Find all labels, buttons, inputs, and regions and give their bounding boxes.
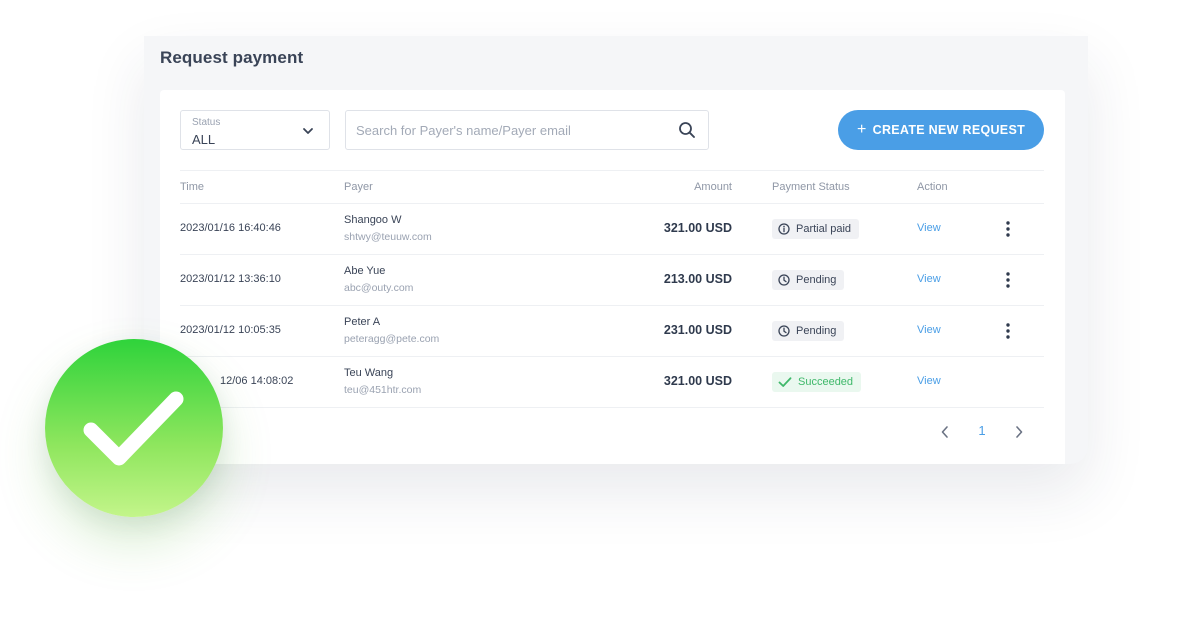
row-payer-email: peteragg@pete.com (344, 333, 440, 345)
row-amount: 321.00 USD (663, 374, 732, 388)
check-icon (778, 377, 792, 387)
row-payer-name: Shangoo W (344, 214, 402, 226)
stage: Request payment Status ALL + CREATE NEW … (0, 0, 1182, 628)
plus-icon: + (856, 121, 867, 138)
table-header: Time Payer Amount Payment Status Action (180, 170, 1044, 204)
search-box (345, 110, 709, 150)
row-payer-email: abc@outy.com (344, 282, 414, 294)
status-badge: Pending (772, 321, 845, 341)
header-payment-status: Payment Status (772, 181, 850, 193)
header-time: Time (180, 181, 205, 193)
create-new-request-button[interactable]: + CREATE NEW REQUEST (838, 110, 1044, 150)
status-badge-label: Succeeded (798, 376, 854, 388)
info-icon (778, 223, 790, 235)
row-time: 2023/01/12 10:05:35 (180, 324, 281, 336)
status-badge: Succeeded (772, 372, 862, 392)
row-payer-email: teu@451htr.com (344, 384, 422, 396)
status-badge-label: Pending (796, 325, 837, 337)
chevron-left-icon[interactable] (938, 424, 952, 440)
more-options-icon[interactable] (1002, 270, 1014, 290)
header-payer: Payer (344, 181, 373, 193)
status-badge-label: Partial paid (796, 223, 852, 235)
table-row: 2023/01/12 10:05:35 Peter A peteragg@pet… (180, 306, 1044, 357)
header-amount: Amount (694, 181, 732, 193)
row-time: 2023/01/12 13:36:10 (180, 273, 281, 285)
create-new-request-label: CREATE NEW REQUEST (872, 123, 1026, 137)
clock-icon (778, 274, 790, 286)
page-number[interactable]: 1 (975, 423, 989, 438)
table-row: 2023/01/16 16:40:46 Shangoo W shtwy@teuu… (180, 204, 1044, 255)
row-time: 2023/01/16 16:40:46 (180, 222, 281, 234)
view-link[interactable]: View (917, 375, 941, 387)
search-input[interactable] (346, 111, 666, 149)
more-options-icon[interactable] (1002, 321, 1014, 341)
table-row: 12/06 14:08:02 Teu Wang teu@451htr.com 3… (180, 357, 1044, 408)
table-row: 2023/01/12 13:36:10 Abe Yue abc@outy.com… (180, 255, 1044, 306)
view-link[interactable]: View (917, 324, 941, 336)
clock-icon (778, 325, 790, 337)
requests-card: Status ALL + CREATE NEW REQUEST Time (160, 90, 1065, 464)
row-payer-email: shtwy@teuuw.com (344, 231, 432, 243)
view-link[interactable]: View (917, 222, 941, 234)
pagination: 1 (930, 420, 1040, 444)
row-amount: 213.00 USD (663, 272, 732, 286)
status-badge-label: Pending (796, 274, 837, 286)
row-time: 12/06 14:08:02 (220, 375, 294, 387)
row-payer-name: Peter A (344, 316, 381, 328)
checkmark-icon (83, 391, 184, 466)
status-badge: Pending (772, 270, 845, 290)
page-title: Request payment (160, 48, 304, 67)
status-filter-select[interactable]: Status ALL (180, 110, 330, 150)
more-options-icon[interactable] (1002, 219, 1014, 239)
status-badge: Partial paid (772, 219, 860, 239)
chevron-down-icon (303, 128, 313, 134)
row-payer-name: Abe Yue (344, 265, 386, 277)
row-amount: 321.00 USD (663, 221, 732, 235)
chevron-right-icon[interactable] (1012, 424, 1026, 440)
view-link[interactable]: View (917, 273, 941, 285)
row-payer-name: Teu Wang (344, 367, 394, 379)
row-amount: 231.00 USD (663, 323, 732, 337)
success-check-badge (45, 339, 223, 517)
header-action: Action (917, 181, 948, 193)
request-payment-panel: Request payment Status ALL + CREATE NEW … (144, 36, 1088, 464)
search-icon[interactable] (678, 121, 696, 139)
status-filter-label: Status (192, 117, 221, 128)
status-filter-value: ALL (192, 132, 216, 147)
